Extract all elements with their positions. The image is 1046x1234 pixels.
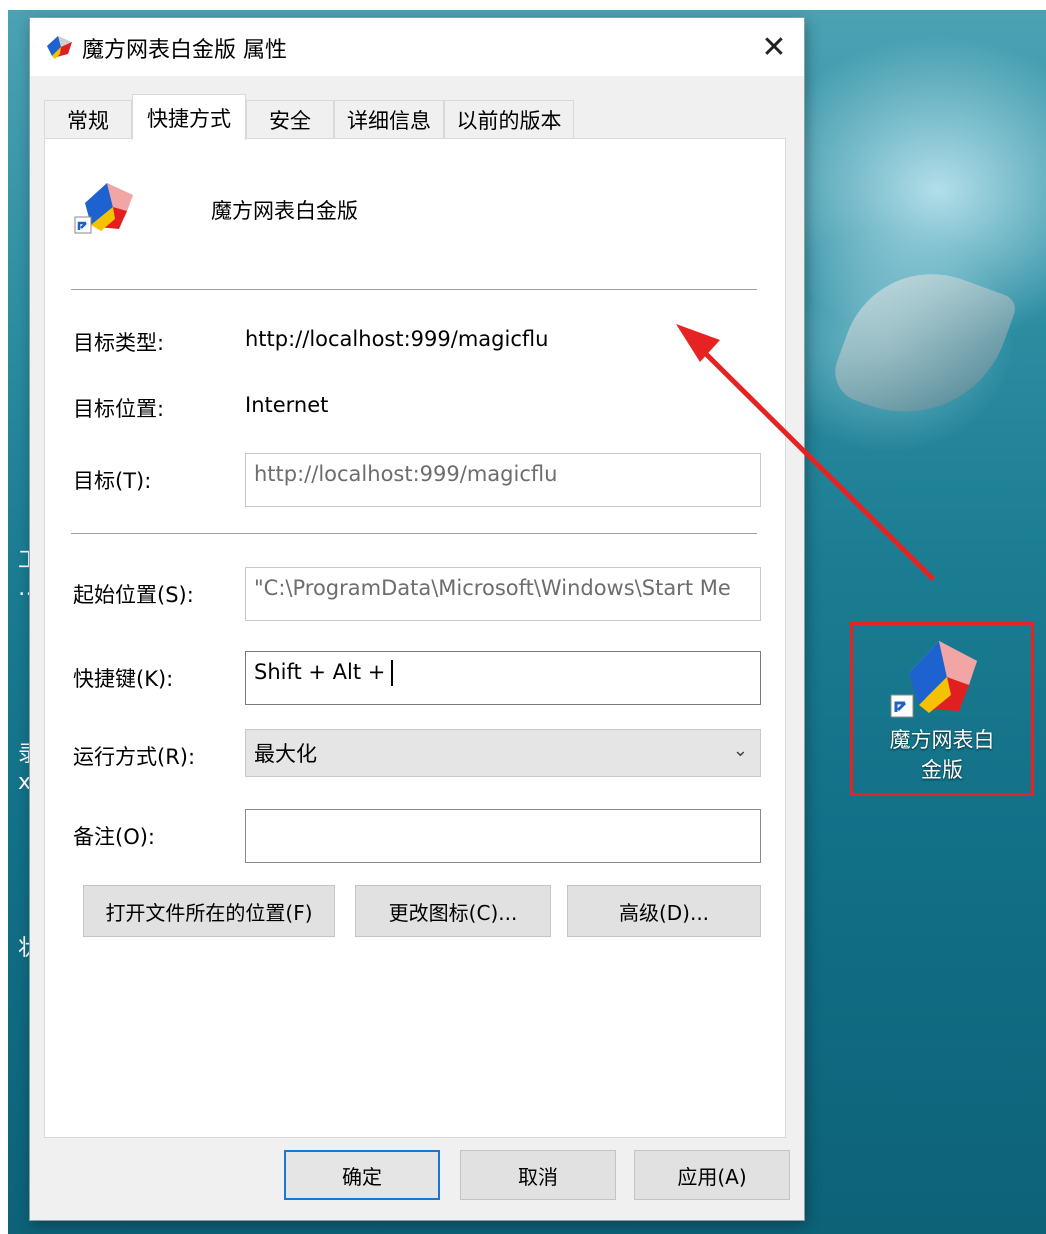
close-icon[interactable]: ✕ [744, 18, 804, 76]
wallpaper-fin-decoration [826, 248, 1020, 442]
target-field[interactable]: http://localhost:999/magicflu [245, 453, 761, 507]
divider [71, 533, 757, 534]
target-label: 目标(T): [73, 469, 152, 493]
target-type-label: 目标类型: [73, 331, 165, 355]
shortcut-app-name: 魔方网表白金版 [211, 199, 358, 223]
tab-security[interactable]: 安全 [246, 100, 334, 138]
desktop-shortcut-highlight: 魔方网表白 金版 [850, 622, 1034, 796]
chevron-down-icon: ⌄ [732, 740, 748, 761]
tab-strip: 常规 快捷方式 安全 详细信息 以前的版本 [44, 94, 784, 140]
desktop-shortcut-label-line1: 魔方网表白 [889, 728, 995, 752]
shortcut-panel: 魔方网表白金版 目标类型: http://localhost:999/magic… [44, 138, 786, 1138]
target-type-value: http://localhost:999/magicflu [245, 327, 549, 351]
target-location-value: Internet [245, 393, 329, 417]
dialog-title: 魔方网表白金版 属性 [82, 38, 287, 63]
divider [71, 289, 757, 290]
start-in-field[interactable]: "C:\ProgramData\Microsoft\Windows\Start … [245, 567, 761, 621]
comment-label: 备注(O): [73, 825, 155, 849]
tab-shortcut[interactable]: 快捷方式 [132, 94, 246, 140]
shortcut-app-icon [73, 177, 137, 239]
desktop-shortcut-icon[interactable] [889, 633, 985, 723]
cancel-button[interactable]: 取消 [460, 1150, 616, 1200]
change-icon-button[interactable]: 更改图标(C)... [355, 885, 551, 937]
desktop-shortcut-label[interactable]: 魔方网表白 金版 [853, 725, 1031, 785]
text-caret [391, 660, 394, 686]
ok-button[interactable]: 确定 [284, 1150, 440, 1200]
comment-field[interactable] [245, 809, 761, 863]
start-in-label: 起始位置(S): [73, 583, 194, 607]
tab-general[interactable]: 常规 [44, 100, 132, 138]
hotkey-field[interactable]: Shift + Alt + [245, 651, 761, 705]
target-location-label: 目标位置: [73, 397, 165, 421]
advanced-button[interactable]: 高级(D)... [567, 885, 761, 937]
desktop-shortcut-label-line2: 金版 [921, 758, 963, 782]
tab-details[interactable]: 详细信息 [334, 100, 444, 138]
apply-button[interactable]: 应用(A) [634, 1150, 790, 1200]
properties-dialog: 魔方网表白金版 属性 ✕ 常规 快捷方式 安全 详细信息 以前的版本 魔方网表白… [30, 18, 804, 1220]
hotkey-value: Shift + Alt + [254, 660, 386, 684]
run-mode-select[interactable]: 最大化 ⌄ [245, 729, 761, 777]
app-logo-icon [44, 34, 74, 60]
hotkey-label: 快捷键(K): [73, 667, 174, 691]
run-mode-label: 运行方式(R): [73, 745, 196, 769]
open-file-location-button[interactable]: 打开文件所在的位置(F) [83, 885, 335, 937]
title-bar[interactable]: 魔方网表白金版 属性 ✕ [30, 18, 804, 76]
tab-previous-versions[interactable]: 以前的版本 [444, 100, 574, 138]
run-mode-value: 最大化 [254, 742, 317, 766]
